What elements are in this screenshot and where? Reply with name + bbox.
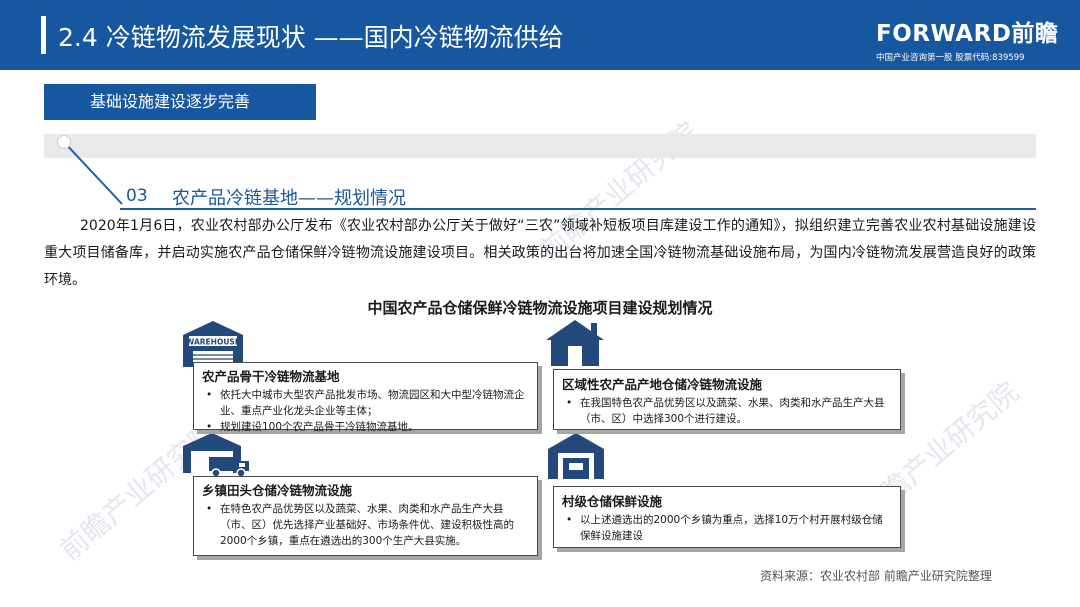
card-list: • 以上述遴选出的2000个乡镇为重点，选择10万个村开展村级仓储保鲜设施建设: [562, 512, 892, 544]
card-title: 村级仓储保鲜设施: [562, 494, 663, 509]
subsection-number: 03: [126, 186, 148, 206]
pin-line: [64, 142, 123, 205]
brand-logo: FORWARD前瞻: [876, 21, 1059, 47]
chart-title: 中国农产品仓储保鲜冷链物流设施项目建设规划情况: [367, 299, 713, 317]
subsection-title: 农产品冷链基地——规划情况: [172, 188, 406, 209]
header-accent: [41, 16, 46, 54]
header-bar: 2.4 冷链物流发展现状 ——国内冷链物流供给 FORWARD前瞻 中国产业咨询…: [0, 0, 1080, 70]
body-text: 2020年1月6日，农业农村部办公厅发布《农业农村部办公厅关于做好“三农”领域补…: [44, 218, 1036, 288]
card-backbone-base: 农产品骨干冷链物流基地 • 依托大中城市大型农产品批发市场、物流园区和大中型冷链物…: [193, 362, 538, 433]
card-village-facility: 村级仓储保鲜设施 • 以上述遴选出的2000个乡镇为重点，选择10万个村开展村级仓…: [553, 486, 901, 548]
list-item: • 依托大中城市大型农产品批发市场、物流园区和大中型冷链物流企业、重点产业化龙头企…: [206, 389, 525, 417]
list-item: • 在我国特色农产品优势区以及蔬菜、水果、肉类和水产品生产大县（市、区）中选择30…: [566, 397, 885, 425]
pin-dot: [57, 135, 71, 149]
warehouse-icon-text: WAREHOUSE: [186, 338, 240, 347]
section-band: [44, 134, 1036, 158]
storage-icon: [548, 433, 604, 479]
card-list: • 在我国特色农产品优势区以及蔬菜、水果、肉类和水产品生产大县（市、区）中选择30…: [562, 395, 892, 427]
body-paragraph: 2020年1月6日，农业农村部办公厅发布《农业农村部办公厅关于做好“三农”领域补…: [44, 213, 1036, 294]
card-regional-facility: 区域性农产品产地仓储冷链物流设施 • 在我国特色农产品优势区以及蔬菜、水果、肉类和…: [553, 369, 901, 430]
card-title: 区域性农产品产地仓储冷链物流设施: [562, 377, 763, 392]
card-list: • 依托大中城市大型农产品批发市场、物流园区和大中型冷链物流企业、重点产业化龙头企…: [202, 387, 529, 435]
card-title: 农产品骨干冷链物流基地: [202, 369, 340, 384]
list-item: • 在特色农产品优势区以及蔬菜、水果、肉类和水产品生产大县（市、区）优先选择产业基…: [206, 503, 514, 547]
card-township-facility: 乡镇田头仓储冷链物流设施 • 在特色农产品优势区以及蔬菜、水果、肉类和水产品生产大…: [193, 476, 538, 556]
brand-tagline: 中国产业咨询第一股 股票代码:839599: [876, 53, 1025, 63]
brand: FORWARD前瞻 中国产业咨询第一股 股票代码:839599: [876, 14, 1072, 63]
list-item: • 规划建设100个农产品骨干冷链物流基地。: [206, 421, 419, 433]
card-list: • 在特色农产品优势区以及蔬菜、水果、肉类和水产品生产大县（市、区）优先选择产业基…: [202, 501, 529, 549]
house-icon: [546, 320, 604, 366]
warehouse-icon: WAREHOUSE: [183, 321, 243, 367]
page-title: 2.4 冷链物流发展现状 ——国内冷链物流供给: [58, 23, 564, 52]
list-item: • 以上述遴选出的2000个乡镇为重点，选择10万个村开展村级仓储保鲜设施建设: [566, 514, 883, 542]
section-tab: 基础设施建设逐步完善: [44, 84, 316, 120]
card-title: 乡镇田头仓储冷链物流设施: [202, 483, 353, 498]
truck-icon: [183, 433, 249, 478]
subsection-underline: [120, 208, 1036, 210]
source-note: 资料来源：农业农村部 前瞻产业研究院整理: [760, 569, 992, 583]
